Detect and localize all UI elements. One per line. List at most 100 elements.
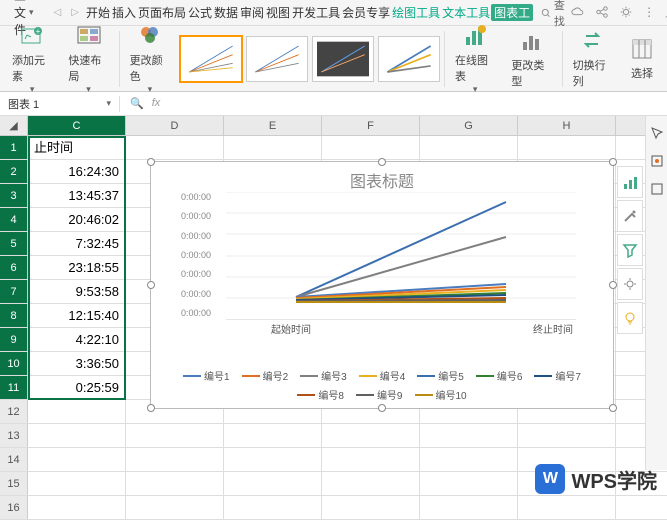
cell[interactable] xyxy=(322,136,420,159)
row-header[interactable]: 2 xyxy=(0,160,28,183)
cell[interactable] xyxy=(322,472,420,495)
cell[interactable] xyxy=(28,496,126,519)
cell[interactable] xyxy=(322,448,420,471)
select-all-corner[interactable]: ◢ xyxy=(0,116,28,135)
tab-layout[interactable]: 页面布局 xyxy=(137,4,187,21)
cell[interactable] xyxy=(28,472,126,495)
embedded-chart[interactable]: 图表标题 0:00:000:00:000:00:000:00:000:00:00… xyxy=(150,161,614,409)
row-header[interactable]: 3 xyxy=(0,184,28,207)
tab-dev[interactable]: 开发工具 xyxy=(291,4,341,21)
legend-item[interactable]: 编号7 xyxy=(534,368,581,383)
chart-style-3[interactable] xyxy=(312,36,374,82)
cell[interactable] xyxy=(224,424,322,447)
cell[interactable]: 3:36:50 xyxy=(28,352,126,375)
cell[interactable] xyxy=(126,448,224,471)
cell[interactable] xyxy=(322,424,420,447)
cell[interactable]: 12:15:40 xyxy=(28,304,126,327)
switch-row-col-button[interactable]: 切换行列 xyxy=(567,28,619,89)
row-header[interactable]: 6 xyxy=(0,256,28,279)
cell[interactable] xyxy=(420,472,518,495)
legend-item[interactable]: 编号6 xyxy=(476,368,523,383)
tab-charttools[interactable]: 图表工 xyxy=(491,4,533,21)
search-box[interactable]: 查找 xyxy=(541,0,569,29)
share-icon[interactable] xyxy=(595,5,609,19)
chart-elements-button[interactable] xyxy=(617,166,643,198)
cell[interactable] xyxy=(518,136,616,159)
chart-style-2[interactable] xyxy=(246,36,308,82)
chart-plot-area[interactable] xyxy=(226,192,576,320)
legend-item[interactable]: 编号5 xyxy=(417,368,464,383)
row-header[interactable]: 1 xyxy=(0,136,28,159)
chart-legend[interactable]: 编号1编号2编号3编号4编号5编号6编号7编号8编号9编号10 xyxy=(151,368,613,402)
col-header-F[interactable]: F xyxy=(322,116,420,135)
nav-prev-icon[interactable]: ◁ xyxy=(50,7,66,18)
legend-item[interactable]: 编号1 xyxy=(183,368,230,383)
row-header[interactable]: 5 xyxy=(0,232,28,255)
cell[interactable] xyxy=(224,136,322,159)
change-type-button[interactable]: 更改类型 xyxy=(505,28,557,89)
cell[interactable] xyxy=(420,496,518,519)
more-icon[interactable]: ⋮ xyxy=(643,5,655,20)
row-header[interactable]: 8 xyxy=(0,304,28,327)
cell[interactable]: 止时间 xyxy=(28,136,126,159)
cell[interactable] xyxy=(518,424,616,447)
chart-style-1[interactable] xyxy=(180,36,242,82)
style-pane-icon[interactable] xyxy=(650,154,664,168)
cell[interactable] xyxy=(420,448,518,471)
legend-item[interactable]: 编号8 xyxy=(297,387,344,402)
cell[interactable] xyxy=(224,472,322,495)
select-data-button[interactable]: 选择 xyxy=(623,36,661,81)
tab-data[interactable]: 数据 xyxy=(213,4,239,21)
cell[interactable]: 23:18:55 xyxy=(28,256,126,279)
cell[interactable] xyxy=(126,472,224,495)
col-header-C[interactable]: C xyxy=(28,116,126,135)
cell[interactable] xyxy=(126,496,224,519)
cell[interactable] xyxy=(322,496,420,519)
tab-view[interactable]: 视图 xyxy=(265,4,291,21)
add-element-button[interactable]: + 添加元素▾ xyxy=(6,23,58,95)
chart-settings-button[interactable] xyxy=(617,268,643,300)
tab-formula[interactable]: 公式 xyxy=(187,4,213,21)
cell[interactable]: 20:46:02 xyxy=(28,208,126,231)
chart-styles-button[interactable] xyxy=(617,200,643,232)
online-chart-button[interactable]: 在线图表▾ xyxy=(449,23,501,95)
change-color-button[interactable]: 更改颜色▾ xyxy=(124,23,176,95)
tab-review[interactable]: 审阅 xyxy=(239,4,265,21)
cell[interactable] xyxy=(126,136,224,159)
tab-home[interactable]: 开始 xyxy=(85,4,111,21)
col-header-E[interactable]: E xyxy=(224,116,322,135)
cell[interactable]: 7:32:45 xyxy=(28,232,126,255)
cell[interactable] xyxy=(224,448,322,471)
row-header[interactable]: 14 xyxy=(0,448,28,471)
row-header[interactable]: 11 xyxy=(0,376,28,399)
legend-item[interactable]: 编号10 xyxy=(415,387,467,402)
row-header[interactable]: 16 xyxy=(0,496,28,519)
col-header-G[interactable]: G xyxy=(420,116,518,135)
props-pane-icon[interactable] xyxy=(650,182,664,196)
legend-item[interactable]: 编号3 xyxy=(300,368,347,383)
legend-item[interactable]: 编号2 xyxy=(242,368,289,383)
row-header[interactable]: 13 xyxy=(0,424,28,447)
tab-texttools[interactable]: 文本工具 xyxy=(441,4,491,21)
cell[interactable] xyxy=(126,424,224,447)
cell[interactable] xyxy=(224,496,322,519)
chart-style-4[interactable] xyxy=(378,36,440,82)
zoom-icon[interactable]: 🔍 xyxy=(130,97,144,110)
chart-filter-button[interactable] xyxy=(617,234,643,266)
tab-vip[interactable]: 会员专享 xyxy=(341,4,391,21)
cell[interactable]: 9:53:58 xyxy=(28,280,126,303)
tab-insert[interactable]: 插入 xyxy=(111,4,137,21)
legend-item[interactable]: 编号9 xyxy=(356,387,403,402)
row-header[interactable]: 7 xyxy=(0,280,28,303)
cursor-icon[interactable] xyxy=(650,126,664,140)
row-header[interactable]: 12 xyxy=(0,400,28,423)
cell[interactable] xyxy=(518,496,616,519)
cell[interactable] xyxy=(28,424,126,447)
row-header[interactable]: 9 xyxy=(0,328,28,351)
cell[interactable] xyxy=(420,136,518,159)
cell[interactable]: 4:22:10 xyxy=(28,328,126,351)
settings-icon[interactable] xyxy=(619,5,633,19)
cloud-icon[interactable] xyxy=(571,5,585,19)
cell[interactable] xyxy=(28,448,126,471)
chart-tips-button[interactable] xyxy=(617,302,643,334)
